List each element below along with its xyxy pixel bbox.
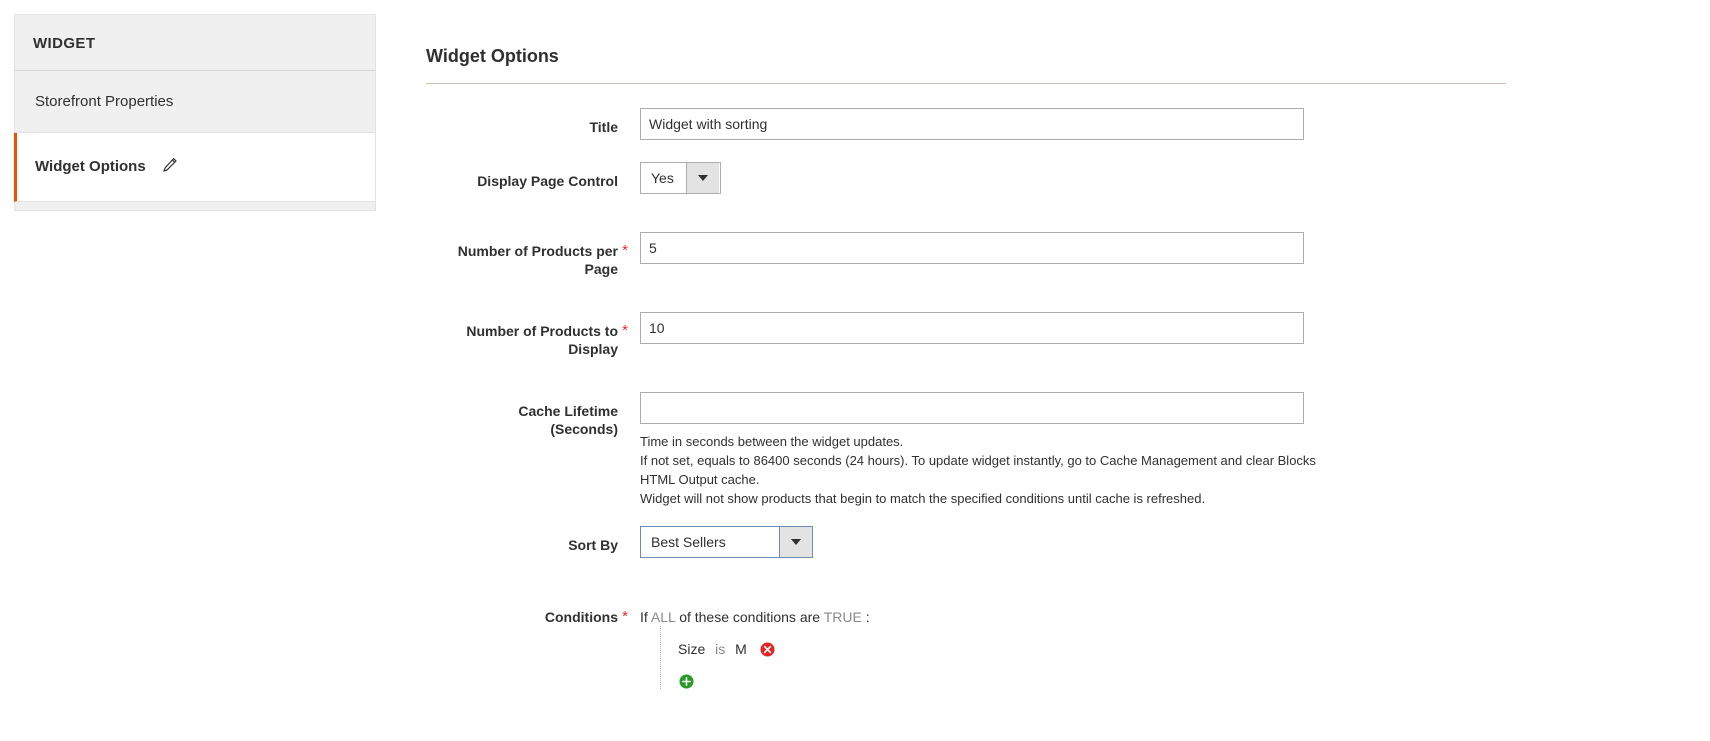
field-label-products-to-display: Number of Products to Display xyxy=(426,312,618,358)
field-display-page-control: Display Page Control Yes xyxy=(426,162,1696,194)
required-spacer xyxy=(618,392,632,404)
cache-lifetime-input[interactable] xyxy=(640,392,1304,424)
required-indicator: * xyxy=(618,598,632,624)
field-conditions: Conditions * If ALL of these conditions … xyxy=(426,598,1696,689)
section-divider xyxy=(426,83,1506,84)
field-title: Title xyxy=(426,108,1696,140)
sort-by-value: Best Sellers xyxy=(641,527,779,557)
products-per-page-input[interactable] xyxy=(640,232,1304,264)
conditions-list: Size is M xyxy=(660,626,1696,689)
required-spacer xyxy=(618,526,632,538)
note-line: Time in seconds between the widget updat… xyxy=(640,432,1320,451)
pencil-icon[interactable] xyxy=(162,157,178,177)
accordion-footer-strip xyxy=(14,202,376,211)
field-label-title: Title xyxy=(426,108,618,136)
chevron-down-icon[interactable] xyxy=(779,527,812,557)
conditions-header: If ALL of these conditions are TRUE : xyxy=(640,598,1696,626)
field-label-cache-lifetime: Cache Lifetime (Seconds) xyxy=(426,392,618,438)
condition-row: Size is M xyxy=(675,634,1696,664)
sidebar-item-label: Storefront Properties xyxy=(35,93,173,110)
condition-value-link[interactable]: M xyxy=(732,641,750,657)
condition-operator-link[interactable]: is xyxy=(712,641,728,657)
field-label-display-page-control: Display Page Control xyxy=(426,162,618,190)
widget-accordion: WIDGET Storefront Properties Widget Opti… xyxy=(14,14,376,211)
conditions-prefix: If xyxy=(640,609,648,625)
conditions-value-link[interactable]: TRUE xyxy=(824,609,862,625)
required-spacer xyxy=(618,108,632,120)
accordion-heading: WIDGET xyxy=(14,14,376,71)
add-circle-icon[interactable] xyxy=(679,676,694,693)
required-spacer xyxy=(618,162,632,174)
cache-lifetime-note: Time in seconds between the widget updat… xyxy=(640,424,1320,508)
note-line: If not set, equals to 86400 seconds (24 … xyxy=(640,451,1320,470)
field-label-conditions: Conditions xyxy=(426,598,618,626)
display-page-control-value: Yes xyxy=(641,163,686,193)
sidebar-item-storefront-properties[interactable]: Storefront Properties xyxy=(14,71,376,133)
field-label-products-per-page: Number of Products per Page xyxy=(426,232,618,278)
display-page-control-select[interactable]: Yes xyxy=(640,162,721,194)
condition-attribute-link[interactable]: Size xyxy=(675,641,708,657)
field-sort-by: Sort By Best Sellers xyxy=(426,526,1696,558)
widget-options-form: Widget Options Title Display Page Contro… xyxy=(426,0,1696,711)
products-to-display-input[interactable] xyxy=(640,312,1304,344)
field-cache-lifetime: Cache Lifetime (Seconds) Time in seconds… xyxy=(426,392,1696,508)
field-products-to-display: Number of Products to Display * xyxy=(426,312,1696,358)
field-label-cache-lifetime-line2: (Seconds) xyxy=(426,420,618,438)
sidebar-item-label: Widget Options xyxy=(35,158,146,175)
conditions-middle: of these conditions are xyxy=(679,609,820,625)
chevron-down-icon[interactable] xyxy=(686,163,719,193)
note-line: Widget will not show products that begin… xyxy=(640,489,1320,508)
add-condition-button[interactable] xyxy=(675,664,1696,689)
sort-by-select[interactable]: Best Sellers xyxy=(640,526,813,558)
field-products-per-page: Number of Products per Page * xyxy=(426,232,1696,278)
field-label-cache-lifetime-line1: Cache Lifetime xyxy=(426,402,618,420)
remove-circle-icon[interactable] xyxy=(760,642,775,657)
sidebar-item-widget-options[interactable]: Widget Options xyxy=(14,133,376,202)
conditions-aggregator-link[interactable]: ALL xyxy=(651,609,675,625)
note-line: HTML Output cache. xyxy=(640,470,1320,489)
field-label-sort-by: Sort By xyxy=(426,526,618,554)
title-input[interactable] xyxy=(640,108,1304,140)
conditions-suffix: : xyxy=(866,609,870,625)
page-title: Widget Options xyxy=(426,0,1696,83)
required-indicator: * xyxy=(618,312,632,338)
required-indicator: * xyxy=(618,232,632,258)
